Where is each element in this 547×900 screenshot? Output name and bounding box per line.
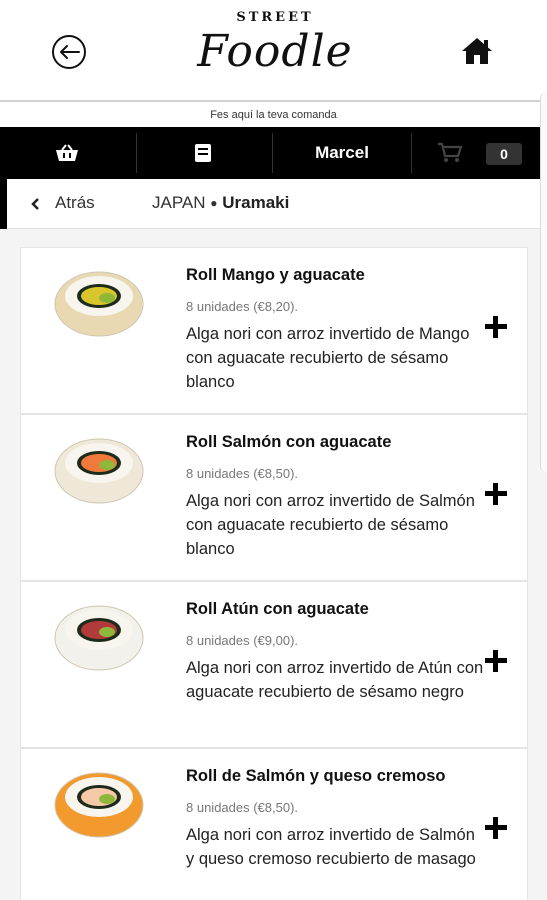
foodle-logo[interactable]: STREET Foodle bbox=[195, 4, 355, 98]
product-card[interactable]: Roll Salmón con aguacate 8 unidades (€8,… bbox=[20, 414, 528, 581]
user-name[interactable]: Marcel bbox=[272, 127, 412, 179]
product-name: Roll de Salmón y queso cremoso bbox=[186, 767, 446, 785]
add-to-cart-button[interactable] bbox=[483, 481, 509, 507]
sushi-roll-image bbox=[54, 438, 144, 504]
breadcrumb-category[interactable]: JAPAN bbox=[152, 193, 206, 212]
cart-count-badge: 0 bbox=[486, 143, 522, 165]
product-units-price: 8 unidades (€9,00). bbox=[186, 633, 299, 648]
cart-icon bbox=[438, 142, 463, 162]
arrow-left-icon bbox=[60, 45, 80, 59]
nav-basket[interactable] bbox=[0, 127, 136, 179]
nav-cart[interactable]: 0 bbox=[412, 127, 547, 179]
add-to-cart-button[interactable] bbox=[483, 815, 509, 841]
breadcrumb-path: JAPAN ● Uramaki bbox=[152, 193, 289, 213]
scrollbar[interactable] bbox=[540, 92, 547, 472]
sushi-roll-image bbox=[54, 605, 144, 671]
back-button[interactable] bbox=[52, 35, 86, 69]
add-to-cart-button[interactable] bbox=[483, 648, 509, 674]
product-units-price: 8 unidades (€8,50). bbox=[186, 466, 299, 481]
product-description: Alga nori con arroz invertido de Mango c… bbox=[186, 325, 470, 391]
product-name: Roll Atún con aguacate bbox=[186, 600, 369, 618]
breadcrumb-accent bbox=[0, 179, 7, 229]
product-description: Alga nori con arroz invertido de Salmón … bbox=[186, 826, 476, 868]
breadcrumb-subcategory: Uramaki bbox=[222, 193, 290, 212]
back-link[interactable]: Atrás bbox=[55, 193, 95, 213]
product-description: Alga nori con arroz invertido de Salmón … bbox=[186, 492, 475, 558]
product-card[interactable]: Roll de Salmón y queso cremoso 8 unidade… bbox=[20, 748, 528, 900]
product-card[interactable]: Roll Mango y aguacate 8 unidades (€8,20)… bbox=[20, 247, 528, 414]
logo-street: STREET bbox=[236, 10, 314, 25]
basket-icon bbox=[56, 144, 78, 161]
product-description: Alga nori con arroz invertido de Atún co… bbox=[186, 659, 484, 701]
tagline: Fes aquí la teva comanda bbox=[210, 109, 337, 121]
product-units-price: 8 unidades (€8,50). bbox=[186, 800, 299, 815]
breadcrumb-separator: ● bbox=[210, 196, 218, 210]
home-icon[interactable] bbox=[460, 36, 494, 66]
app-header: STREET Foodle bbox=[0, 0, 547, 102]
product-name: Roll Salmón con aguacate bbox=[186, 433, 392, 451]
top-nav: Marcel 0 bbox=[0, 127, 547, 179]
product-card[interactable]: Roll Atún con aguacate 8 unidades (€9,00… bbox=[20, 581, 528, 748]
product-units-price: 8 unidades (€8,20). bbox=[186, 299, 299, 314]
sushi-roll-image bbox=[54, 772, 144, 838]
menu-book-icon bbox=[195, 144, 211, 162]
chevron-left-icon[interactable] bbox=[30, 197, 40, 211]
logo-name: Foodle bbox=[197, 26, 353, 77]
add-to-cart-button[interactable] bbox=[483, 314, 509, 340]
nav-menu[interactable] bbox=[137, 127, 272, 179]
breadcrumb: Atrás JAPAN ● Uramaki bbox=[0, 179, 547, 229]
sushi-roll-image bbox=[54, 271, 144, 337]
product-name: Roll Mango y aguacate bbox=[186, 266, 365, 284]
